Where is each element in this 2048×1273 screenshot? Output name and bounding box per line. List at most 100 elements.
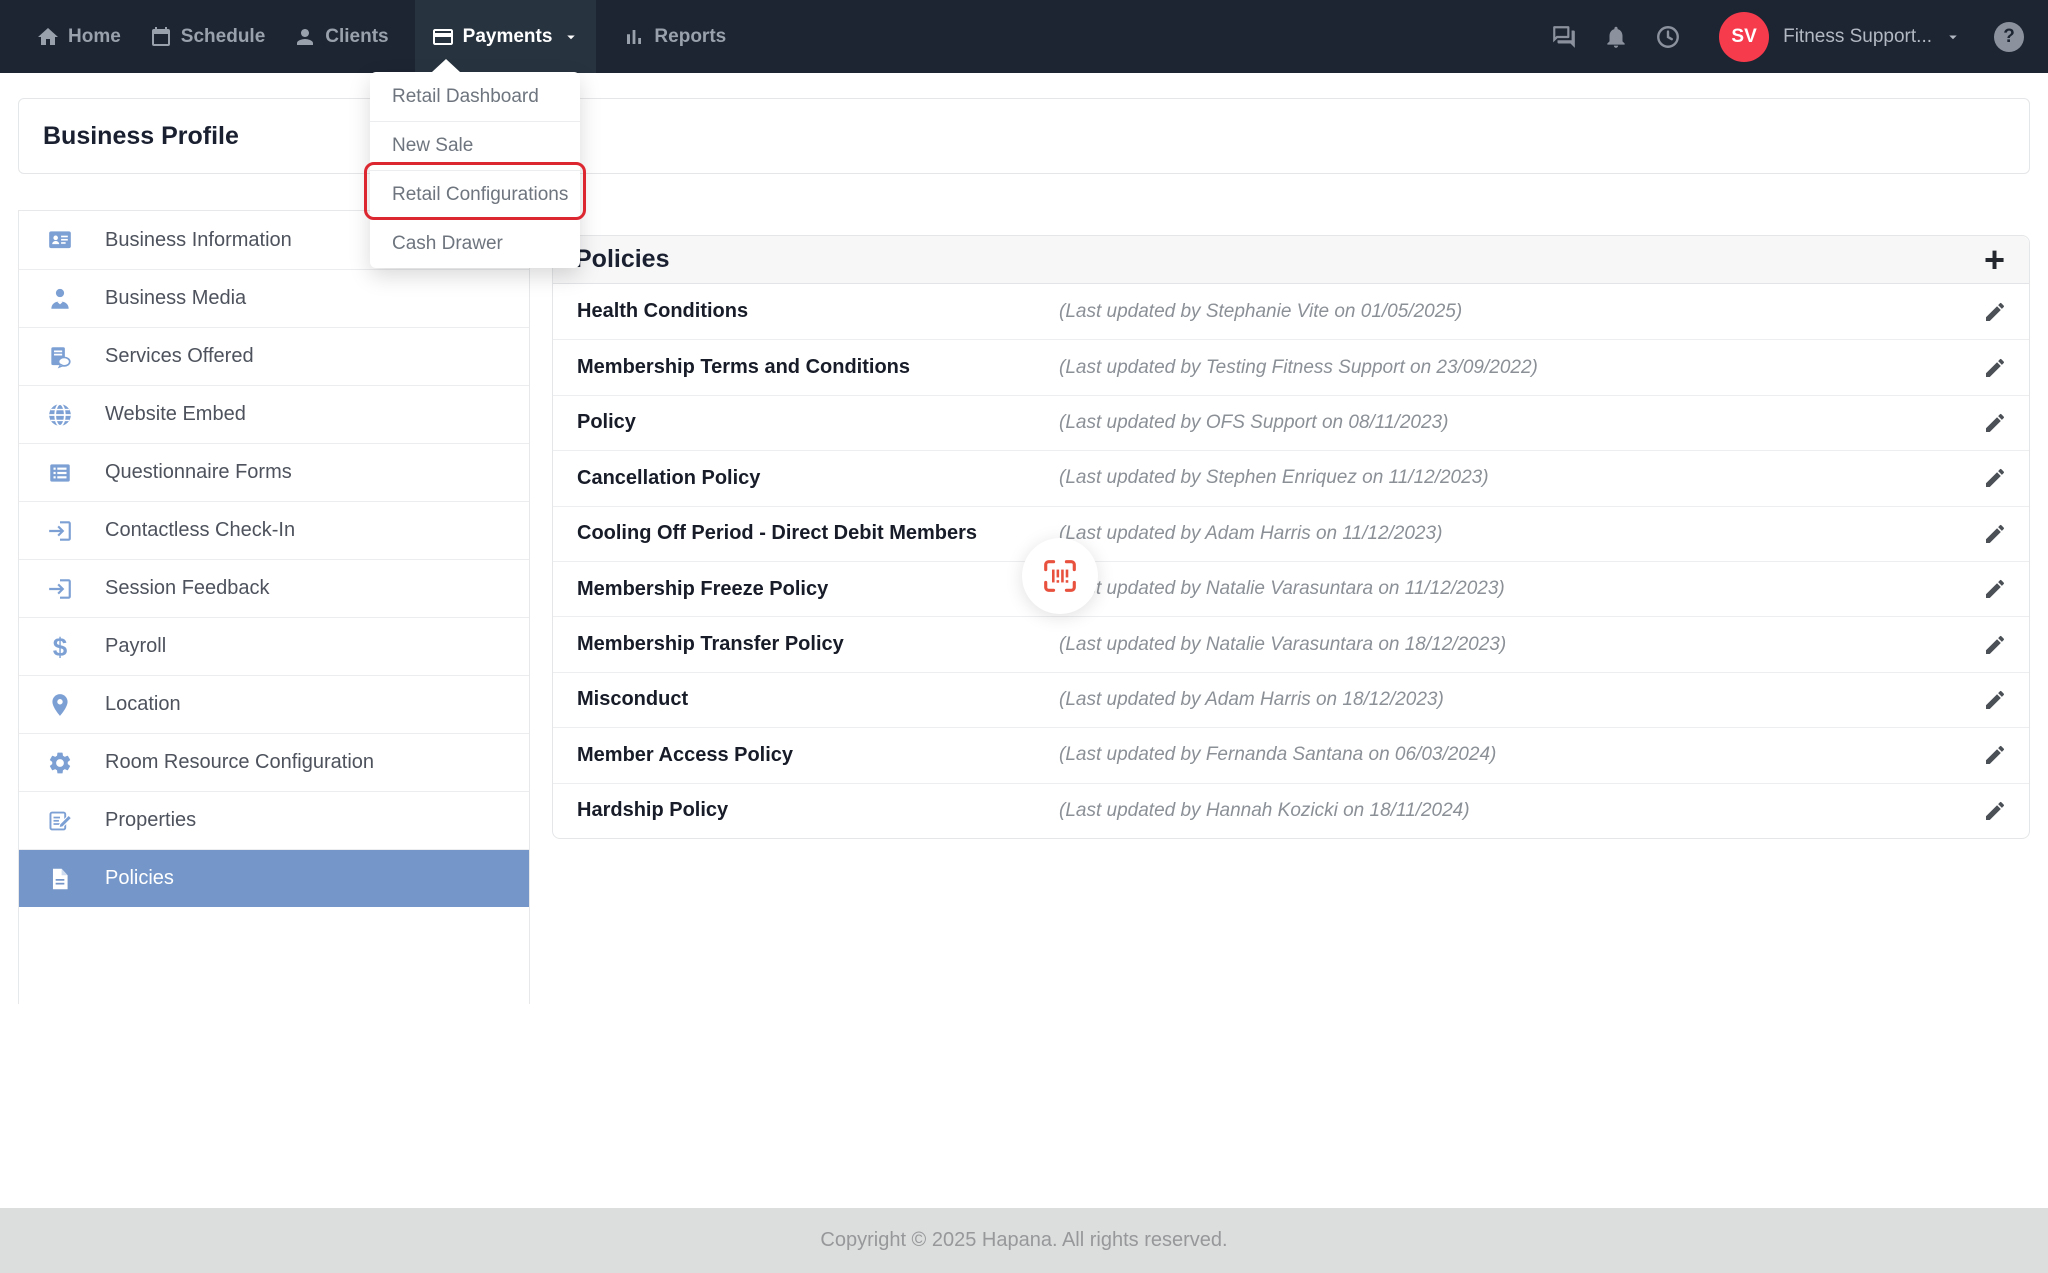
edit-pencil-icon[interactable]	[1983, 743, 2007, 767]
policies-panel: Policies + Health Conditions (Last updat…	[552, 235, 2030, 839]
sidebar-item-website-embed[interactable]: Website Embed	[19, 385, 529, 443]
sign-in-icon	[47, 576, 73, 602]
calendar-icon	[149, 25, 173, 49]
copyright-text: Copyright © 2025 Hapana. All rights rese…	[820, 1229, 1227, 1252]
menu-item-retail-dashboard[interactable]: Retail Dashboard	[370, 72, 580, 121]
loading-spinner	[1022, 538, 1098, 614]
footer: Copyright © 2025 Hapana. All rights rese…	[0, 1208, 2048, 1273]
sidebar-item-payroll[interactable]: $ Payroll	[19, 617, 529, 675]
edit-pencil-icon[interactable]	[1983, 300, 2007, 324]
policy-name: Health Conditions	[577, 300, 748, 323]
sidebar-item-label: Business Media	[105, 287, 246, 310]
nav-item-reports[interactable]: Reports	[620, 0, 728, 73]
book-chat-icon	[47, 344, 73, 370]
chevron-down-icon[interactable]	[1944, 28, 1962, 46]
user-menu[interactable]: Fitness Support...	[1783, 26, 1932, 48]
policy-last-updated: (Last updated by Adam Harris on 18/12/20…	[1059, 689, 1444, 711]
globe-icon	[47, 402, 73, 428]
policy-last-updated: (Last updated by Testing Fitness Support…	[1059, 357, 1538, 379]
policy-row-hardship-policy: Hardship Policy (Last updated by Hannah …	[553, 783, 2029, 838]
policy-row-membership-freeze-policy: Membership Freeze Policy (Last updated b…	[553, 561, 2029, 616]
document-icon	[47, 866, 73, 892]
dollar-icon: $	[47, 634, 73, 660]
policy-name: Cancellation Policy	[577, 467, 760, 490]
edit-pencil-icon[interactable]	[1983, 633, 2007, 657]
payments-dropdown-menu: Retail Dashboard New Sale Retail Configu…	[370, 72, 580, 268]
edit-pencil-icon[interactable]	[1983, 799, 2007, 823]
policy-last-updated: (Last updated by Stephen Enriquez on 11/…	[1059, 467, 1489, 489]
policy-row-health-conditions: Health Conditions (Last updated by Steph…	[553, 284, 2029, 339]
sidebar-item-session-feedback[interactable]: Session Feedback	[19, 559, 529, 617]
nav-item-label: Clients	[325, 26, 388, 48]
nav-item-home[interactable]: Home	[34, 0, 123, 73]
add-policy-button[interactable]: +	[1980, 242, 2009, 278]
policy-name: Misconduct	[577, 688, 688, 711]
policy-last-updated: (Last updated by Hannah Kozicki on 18/11…	[1059, 800, 1470, 822]
bar-chart-icon	[622, 25, 646, 49]
sign-in-icon	[47, 518, 73, 544]
policy-name: Membership Freeze Policy	[577, 578, 828, 601]
map-pin-icon	[47, 692, 73, 718]
note-pencil-icon	[47, 808, 73, 834]
policy-last-updated: (Last updated by Fernanda Santana on 06/…	[1059, 744, 1496, 766]
policy-row-cooling-off-period: Cooling Off Period - Direct Debit Member…	[553, 506, 2029, 561]
id-card-icon	[47, 227, 73, 253]
policy-last-updated: (Last updated by Natalie Varasuntara on …	[1059, 634, 1506, 656]
sidebar-item-label: Room Resource Configuration	[105, 751, 374, 774]
nav-item-schedule[interactable]: Schedule	[147, 0, 267, 73]
sidebar-item-services-offered[interactable]: Services Offered	[19, 327, 529, 385]
business-profile-sidebar: Business Information Business Media Serv…	[18, 210, 530, 1004]
edit-pencil-icon[interactable]	[1983, 411, 2007, 435]
sidebar-item-business-media[interactable]: Business Media	[19, 269, 529, 327]
sidebar-item-properties[interactable]: Properties	[19, 791, 529, 849]
policy-row-misconduct: Misconduct (Last updated by Adam Harris …	[553, 672, 2029, 727]
policy-row-member-access-policy: Member Access Policy (Last updated by Fe…	[553, 727, 2029, 782]
edit-pencil-icon[interactable]	[1983, 356, 2007, 380]
sidebar-item-questionnaire-forms[interactable]: Questionnaire Forms	[19, 443, 529, 501]
policy-last-updated: (Last updated by Stephanie Vite on 01/05…	[1059, 301, 1462, 323]
sidebar-item-contactless-check-in[interactable]: Contactless Check-In	[19, 501, 529, 559]
policy-row-cancellation-policy: Cancellation Policy (Last updated by Ste…	[553, 450, 2029, 505]
avatar[interactable]: SV	[1719, 12, 1769, 62]
sidebar-item-label: Properties	[105, 809, 196, 832]
clock-icon[interactable]	[1655, 24, 1681, 50]
sidebar-item-room-resource-configuration[interactable]: Room Resource Configuration	[19, 733, 529, 791]
sidebar-item-label: Contactless Check-In	[105, 519, 295, 542]
policy-name: Membership Terms and Conditions	[577, 356, 910, 379]
chat-icon[interactable]	[1551, 24, 1577, 50]
menu-item-retail-configurations[interactable]: Retail Configurations	[370, 170, 580, 219]
page-title: Business Profile	[43, 122, 239, 151]
bell-icon[interactable]	[1603, 24, 1629, 50]
policy-last-updated: (Last updated by Adam Harris on 11/12/20…	[1059, 523, 1442, 545]
sidebar-item-label: Location	[105, 693, 181, 716]
menu-item-new-sale[interactable]: New Sale	[370, 121, 580, 170]
sidebar-item-label: Services Offered	[105, 345, 254, 368]
policy-name: Member Access Policy	[577, 744, 793, 767]
edit-pencil-icon[interactable]	[1983, 466, 2007, 490]
policy-row-policy: Policy (Last updated by OFS Support on 0…	[553, 395, 2029, 450]
sidebar-item-label: Website Embed	[105, 403, 246, 426]
policy-name: Membership Transfer Policy	[577, 633, 844, 656]
navbar-right: SV Fitness Support... ?	[1551, 12, 2048, 62]
main-nav: Home Schedule Clients Payments Reports	[0, 0, 752, 73]
policy-name: Cooling Off Period - Direct Debit Member…	[577, 522, 977, 545]
edit-pencil-icon[interactable]	[1983, 688, 2007, 712]
help-icon[interactable]: ?	[1994, 22, 2024, 52]
nav-item-label: Reports	[654, 26, 726, 48]
sidebar-item-label: Session Feedback	[105, 577, 270, 600]
person-icon	[293, 25, 317, 49]
edit-pencil-icon[interactable]	[1983, 522, 2007, 546]
person-portrait-icon	[47, 286, 73, 312]
chevron-down-icon	[562, 28, 580, 46]
sidebar-item-location[interactable]: Location	[19, 675, 529, 733]
nav-item-clients[interactable]: Clients	[291, 0, 390, 73]
policy-row-membership-transfer-policy: Membership Transfer Policy (Last updated…	[553, 616, 2029, 671]
nav-item-label: Payments	[463, 26, 553, 48]
barcode-loader-icon	[1040, 556, 1080, 596]
sidebar-item-label: Policies	[105, 867, 174, 890]
sidebar-item-label: Payroll	[105, 635, 166, 658]
sidebar-item-policies[interactable]: Policies	[19, 849, 529, 907]
gear-icon	[47, 750, 73, 776]
menu-item-cash-drawer[interactable]: Cash Drawer	[370, 219, 580, 268]
edit-pencil-icon[interactable]	[1983, 577, 2007, 601]
